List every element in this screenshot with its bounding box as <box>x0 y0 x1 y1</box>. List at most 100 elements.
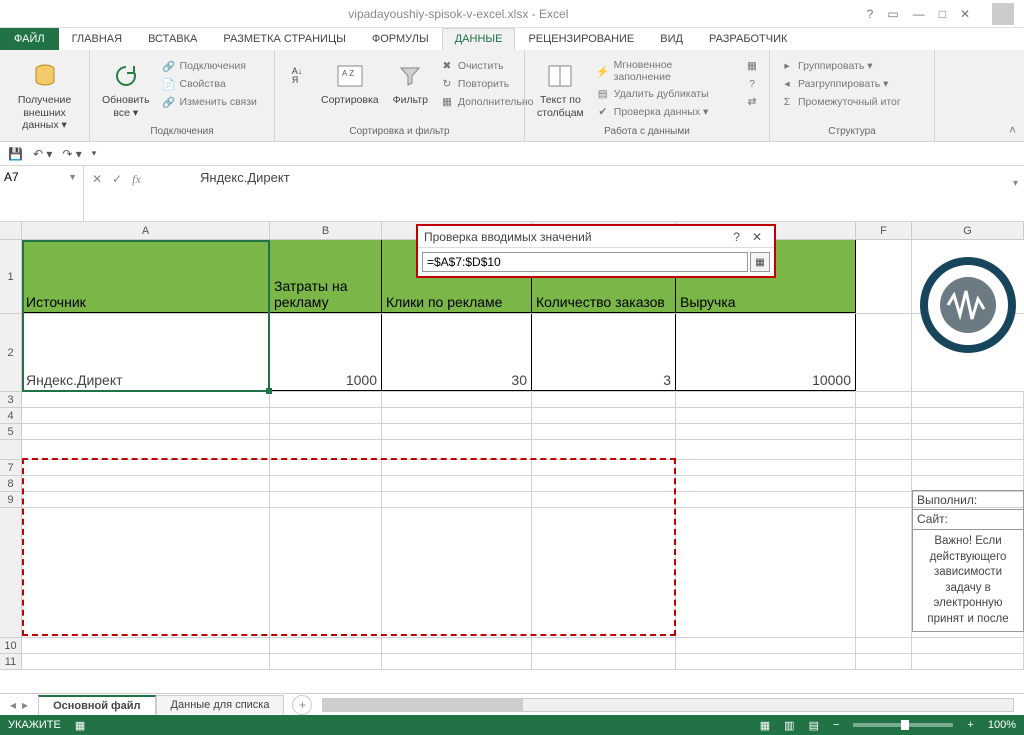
row-header-5[interactable]: 5 <box>0 424 22 439</box>
col-header-f[interactable]: F <box>856 222 912 239</box>
spreadsheet-grid[interactable]: A B C D E F G 1 Источник Затраты на рекл… <box>0 222 1024 682</box>
consolidate-button[interactable]: ▦ <box>743 58 761 74</box>
help-icon[interactable]: ? <box>867 7 874 21</box>
row-header-8[interactable]: 8 <box>0 476 22 491</box>
row-header-3[interactable]: 3 <box>0 392 22 407</box>
tab-file[interactable]: ФАЙЛ <box>0 28 59 50</box>
row-header-4[interactable]: 4 <box>0 408 22 423</box>
subtotal-button[interactable]: ΣПромежуточный итог <box>778 94 903 110</box>
maximize-icon[interactable]: □ <box>939 7 946 21</box>
cell-c2[interactable]: 30 <box>382 314 532 391</box>
properties-icon: 📄 <box>162 77 176 91</box>
properties-button[interactable]: 📄Свойства <box>160 76 259 92</box>
remove-duplicates-button[interactable]: ▤Удалить дубликаты <box>594 86 733 102</box>
cell-b2[interactable]: 1000 <box>270 314 382 391</box>
cell-f2[interactable] <box>856 314 912 391</box>
tab-view[interactable]: ВИД <box>647 28 696 50</box>
sheet-tab-main[interactable]: Основной файл <box>38 695 155 715</box>
sort-button[interactable]: A Z Сортировка <box>317 58 383 109</box>
group-icon: ▸ <box>780 59 794 73</box>
tab-page-layout[interactable]: РАЗМЕТКА СТРАНИЦЫ <box>210 28 358 50</box>
sheet-tab-list-data[interactable]: Данные для списка <box>156 695 285 714</box>
formula-input[interactable]: Яндекс.Директ <box>194 166 1024 221</box>
view-page-break-icon[interactable]: ▤ <box>809 719 819 732</box>
sort-az-button[interactable]: А↓Я <box>283 58 311 94</box>
minimize-icon[interactable]: — <box>913 7 925 21</box>
cell-a1[interactable]: Источник <box>22 240 270 313</box>
flash-fill-button[interactable]: ⚡Мгновенное заполнение <box>594 58 733 84</box>
relationships-button[interactable]: ⇄ <box>743 94 761 110</box>
view-normal-icon[interactable]: ▦ <box>760 719 770 732</box>
group-data-tools-label: Работа с данными <box>533 124 761 137</box>
view-page-layout-icon[interactable]: ▥ <box>784 719 794 732</box>
text-to-columns-icon <box>544 60 576 92</box>
zoom-in-icon[interactable]: + <box>967 719 973 731</box>
data-validation-button[interactable]: ✔Проверка данных ▾ <box>594 104 733 120</box>
data-validation-dialog[interactable]: Проверка вводимых значений ? ✕ ▦ <box>416 224 776 278</box>
collapse-ribbon-icon[interactable]: ˄ <box>1009 123 1016 137</box>
connections-button[interactable]: 🔗Подключения <box>160 58 259 74</box>
dialog-help-icon[interactable]: ? <box>727 230 746 244</box>
whatif-button[interactable]: ? <box>743 76 761 92</box>
filter-button[interactable]: Фильтр <box>389 58 432 109</box>
fx-icon[interactable]: fx <box>132 172 141 187</box>
name-box[interactable]: ▼ <box>0 166 84 221</box>
col-header-g[interactable]: G <box>912 222 1024 239</box>
edit-links-button[interactable]: 🔗Изменить связи <box>160 94 259 110</box>
redo-icon[interactable]: ↷ ▾ <box>62 147 81 161</box>
refresh-all-button[interactable]: Обновить все ▾ <box>98 58 154 121</box>
enter-formula-icon[interactable]: ✓ <box>112 172 122 186</box>
dialog-close-icon[interactable]: ✕ <box>746 230 768 244</box>
tab-formulas[interactable]: ФОРМУЛЫ <box>359 28 442 50</box>
group-button[interactable]: ▸Группировать ▾ <box>778 58 903 74</box>
name-box-dropdown-icon[interactable]: ▼ <box>66 170 79 184</box>
cell-f1[interactable] <box>856 240 912 313</box>
sheet-nav-next-icon[interactable]: ▸ <box>22 698 28 712</box>
row-header-1[interactable]: 1 <box>0 240 22 313</box>
select-all-corner[interactable] <box>0 222 22 239</box>
horizontal-scrollbar[interactable] <box>322 698 1014 712</box>
row-header-10[interactable]: 10 <box>0 638 22 653</box>
tab-insert[interactable]: ВСТАВКА <box>135 28 210 50</box>
add-sheet-button[interactable]: + <box>292 695 312 715</box>
expand-dialog-icon[interactable]: ▦ <box>750 252 770 272</box>
tab-home[interactable]: ГЛАВНАЯ <box>59 28 135 50</box>
text-to-columns-button[interactable]: Текст по столбцам <box>533 58 588 121</box>
zoom-level[interactable]: 100% <box>988 719 1016 731</box>
sheet-nav-prev-icon[interactable]: ◂ <box>10 698 16 712</box>
qat-customize-icon[interactable]: ▾ <box>92 148 97 159</box>
row-header-11[interactable]: 11 <box>0 654 22 669</box>
clear-filter-button[interactable]: ✖Очистить <box>438 58 536 74</box>
name-box-input[interactable] <box>4 170 66 184</box>
row-header-9[interactable]: 9 <box>0 492 22 507</box>
row-header-2[interactable]: 2 <box>0 314 22 391</box>
user-avatar[interactable] <box>992 3 1014 25</box>
expand-formula-bar-icon[interactable]: ▾ <box>1013 178 1018 189</box>
status-mode: УКАЖИТЕ <box>8 719 61 731</box>
fill-handle[interactable] <box>266 388 272 394</box>
col-header-b[interactable]: B <box>270 222 382 239</box>
cancel-formula-icon[interactable]: ✕ <box>92 172 102 186</box>
zoom-slider[interactable] <box>853 723 953 727</box>
dialog-range-input[interactable] <box>422 252 748 272</box>
macro-record-icon[interactable]: ▦ <box>75 719 85 732</box>
get-external-data-button[interactable]: Получение внешних данных ▾ <box>8 58 81 134</box>
tab-developer[interactable]: РАЗРАБОТЧИК <box>696 28 800 50</box>
save-icon[interactable]: 💾 <box>8 147 23 161</box>
formula-bar: ▼ ✕ ✓ fx Яндекс.Директ <box>0 166 1024 222</box>
undo-icon[interactable]: ↶ ▾ <box>33 147 52 161</box>
row-header-7[interactable]: 7 <box>0 460 22 475</box>
tab-data[interactable]: ДАННЫЕ <box>442 28 516 50</box>
ribbon-display-icon[interactable]: ▭ <box>887 7 898 21</box>
advanced-filter-button[interactable]: ▦Дополнительно <box>438 94 536 110</box>
cell-e2[interactable]: 10000 <box>676 314 856 391</box>
cell-d2[interactable]: 3 <box>532 314 676 391</box>
reapply-button[interactable]: ↻Повторить <box>438 76 536 92</box>
cell-a2[interactable]: Яндекс.Директ <box>22 314 270 391</box>
ungroup-button[interactable]: ◂Разгруппировать ▾ <box>778 76 903 92</box>
zoom-out-icon[interactable]: − <box>833 719 839 731</box>
cell-b1[interactable]: Затраты на рекламу <box>270 240 382 313</box>
tab-review[interactable]: РЕЦЕНЗИРОВАНИЕ <box>515 28 647 50</box>
col-header-a[interactable]: A <box>22 222 270 239</box>
close-icon[interactable]: ✕ <box>960 7 970 21</box>
